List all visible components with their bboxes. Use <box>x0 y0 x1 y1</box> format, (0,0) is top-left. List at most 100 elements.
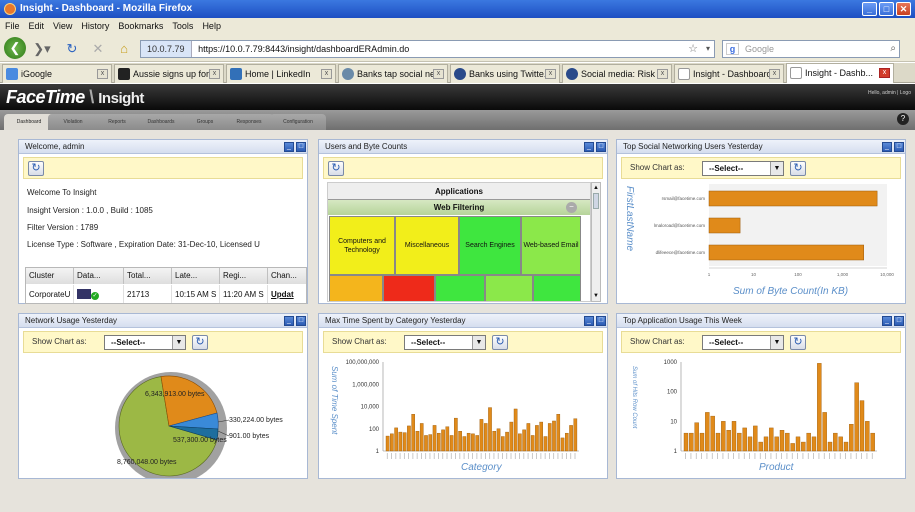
data-bar[interactable] <box>441 429 445 452</box>
data-bar[interactable] <box>454 417 458 452</box>
chevron-down-icon[interactable]: ▼ <box>770 336 783 349</box>
data-bar[interactable] <box>742 427 747 452</box>
data-bar[interactable] <box>552 420 556 452</box>
treemap-cell[interactable] <box>435 275 485 301</box>
tab-banks-twitter[interactable]: Banks using Twitte... x <box>450 64 560 83</box>
data-bar[interactable] <box>560 437 565 452</box>
minimize-portlet-icon[interactable]: _ <box>584 142 594 152</box>
data-bar[interactable] <box>817 363 822 452</box>
grid-header[interactable]: Data... <box>74 268 124 284</box>
data-bar[interactable] <box>522 429 526 452</box>
data-bar[interactable] <box>763 436 769 452</box>
treemap-cell[interactable] <box>533 275 581 301</box>
user-info[interactable]: Hello, admin | Logo <box>868 90 911 96</box>
data-bar[interactable] <box>466 432 471 452</box>
data-bar[interactable] <box>509 421 514 452</box>
collapse-icon[interactable]: − <box>566 202 577 213</box>
data-bar[interactable] <box>492 431 497 452</box>
bookmark-star-icon[interactable]: ☆ <box>688 41 698 57</box>
tab-igoogle[interactable]: iGoogle x <box>2 64 112 83</box>
maximize-button[interactable]: □ <box>879 2 894 16</box>
url-dropdown-icon[interactable]: ▾ <box>706 41 710 57</box>
data-bar[interactable] <box>758 441 763 452</box>
data-bar[interactable] <box>471 433 475 452</box>
data-bar[interactable] <box>811 436 817 452</box>
chevron-down-icon[interactable]: ▼ <box>172 336 185 349</box>
nav-configuration[interactable]: Configuration <box>270 114 326 130</box>
refresh-icon[interactable]: ↻ <box>492 335 508 350</box>
chart-type-select[interactable]: --Select-- ▼ <box>702 161 784 176</box>
data-bar[interactable] <box>795 436 801 452</box>
scroll-up-icon[interactable]: ▲ <box>592 183 600 193</box>
data-bar[interactable] <box>715 432 721 452</box>
site-identity[interactable]: 10.0.7.79 <box>141 41 192 57</box>
help-icon[interactable]: ? <box>897 113 909 125</box>
stop-button[interactable]: ✕ <box>88 39 108 59</box>
minimize-portlet-icon[interactable]: _ <box>284 142 294 152</box>
data-bar[interactable] <box>500 436 505 452</box>
data-bar[interactable] <box>785 432 790 452</box>
data-bar[interactable] <box>801 441 806 452</box>
data-bar[interactable] <box>513 408 518 452</box>
forward-button[interactable]: ❯▾ <box>30 39 54 59</box>
social-bar[interactable] <box>708 244 864 261</box>
menu-view[interactable]: View <box>53 18 72 35</box>
social-bar[interactable] <box>708 217 741 234</box>
data-bar[interactable] <box>859 400 865 452</box>
minimize-portlet-icon[interactable]: _ <box>882 316 892 326</box>
applications-header[interactable]: Applications <box>328 183 590 200</box>
data-bar[interactable] <box>539 421 544 452</box>
grid-header[interactable]: Cluster <box>26 268 74 284</box>
data-bar[interactable] <box>790 443 795 452</box>
reload-button[interactable]: ↻ <box>62 39 82 59</box>
data-bar[interactable] <box>731 421 737 452</box>
data-bar[interactable] <box>475 435 480 452</box>
data-bar[interactable] <box>543 436 548 452</box>
data-bar[interactable] <box>394 427 398 452</box>
maximize-portlet-icon[interactable]: □ <box>894 142 904 152</box>
nav-responses[interactable]: Responses <box>224 114 274 130</box>
web-filtering-header[interactable]: Web Filtering <box>328 200 590 215</box>
data-bar[interactable] <box>505 431 509 452</box>
data-bar[interactable] <box>445 426 450 452</box>
treemap-cell-webmail[interactable]: Web-based Email <box>521 216 581 275</box>
data-bar[interactable] <box>411 414 415 452</box>
refresh-icon[interactable]: ↻ <box>790 335 806 350</box>
treemap-cell[interactable] <box>485 275 533 301</box>
refresh-icon[interactable]: ↻ <box>790 161 806 176</box>
data-bar[interactable] <box>833 432 838 452</box>
close-tab-icon[interactable]: x <box>321 69 332 79</box>
refresh-icon[interactable]: ↻ <box>192 335 208 350</box>
grid-header[interactable]: Late... <box>172 268 220 284</box>
menu-edit[interactable]: Edit <box>29 18 45 35</box>
scroll-down-icon[interactable]: ▼ <box>592 291 600 301</box>
data-bar[interactable] <box>518 433 522 452</box>
data-bar[interactable] <box>769 427 774 452</box>
menu-file[interactable]: File <box>5 18 20 35</box>
back-button[interactable]: ❮ <box>4 37 26 59</box>
close-tab-icon[interactable]: x <box>209 69 220 79</box>
treemap-cell-search[interactable]: Search Engines <box>459 216 521 275</box>
google-icon[interactable]: g <box>726 43 739 55</box>
data-bar[interactable] <box>462 436 467 452</box>
data-bar[interactable] <box>721 421 726 452</box>
treemap-cell[interactable] <box>329 275 383 301</box>
data-bar[interactable] <box>806 432 811 452</box>
data-bar[interactable] <box>843 441 849 452</box>
data-bar[interactable] <box>753 425 758 452</box>
data-bar[interactable] <box>547 423 552 452</box>
nav-dashboards[interactable]: Dashboards <box>136 114 186 130</box>
maximize-portlet-icon[interactable]: □ <box>596 142 606 152</box>
chart-type-select[interactable]: --Select-- ▼ <box>104 335 186 350</box>
chart-type-select[interactable]: --Select-- ▼ <box>702 335 784 350</box>
data-bar[interactable] <box>747 436 753 452</box>
nav-groups[interactable]: Groups <box>180 114 230 130</box>
maximize-portlet-icon[interactable]: □ <box>296 316 306 326</box>
data-bar[interactable] <box>827 441 833 452</box>
tab-banks-social[interactable]: Banks tap social ne... x <box>338 64 448 83</box>
data-bar[interactable] <box>449 435 454 452</box>
data-bar[interactable] <box>774 436 779 452</box>
treemap-cell-computers[interactable]: Computers and Technology <box>329 216 395 275</box>
data-bar[interactable] <box>428 434 433 452</box>
data-bar[interactable] <box>737 432 742 452</box>
